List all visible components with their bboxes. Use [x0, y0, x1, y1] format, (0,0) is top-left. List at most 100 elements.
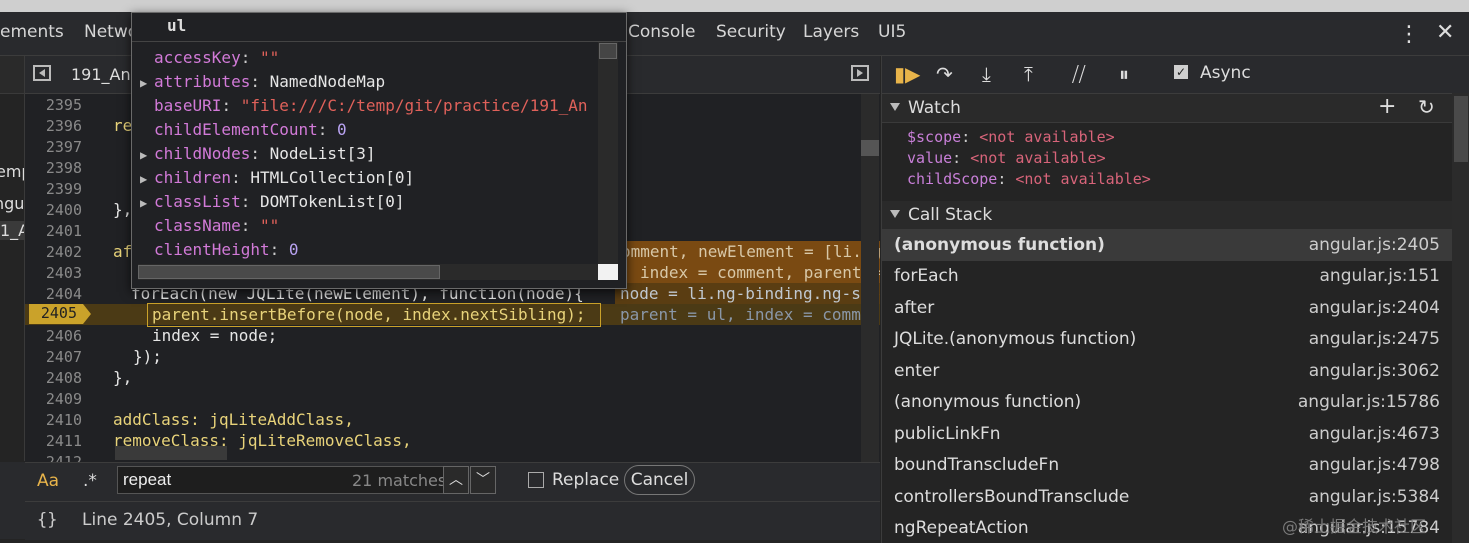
tab-ui5[interactable]: UI5 [878, 22, 906, 42]
navigator-item-selected[interactable]: 1_A [0, 221, 24, 240]
line-number[interactable]: 2410 [25, 411, 82, 429]
tab-layers[interactable]: Layers [803, 22, 859, 42]
property-key: clientHeight [154, 240, 270, 259]
step-out-icon[interactable]: ⤒ [1024, 62, 1033, 86]
callstack-frame[interactable]: JQLite.(anonymous function) angular.js:24… [882, 324, 1452, 355]
expand-arrow-icon[interactable]: ▶ [140, 172, 154, 186]
callstack-frame-selected[interactable]: (anonymous function) angular.js:2405 [882, 230, 1452, 261]
watermark: @稀土掘金技术社区 [1282, 517, 1427, 536]
property-row[interactable]: ▶ childNodes: NodeList[3] [140, 144, 376, 163]
callstack-section-header[interactable]: Call Stack [882, 201, 1452, 230]
file-tab[interactable]: 191_An [71, 65, 131, 84]
toggle-navigator-icon[interactable] [33, 65, 51, 81]
callstack-frame[interactable]: (anonymous function) angular.js:15786 [882, 387, 1452, 418]
inline-value: omment, newElement = [li.ng [621, 242, 880, 261]
property-row[interactable]: childElementCount: 0 [140, 120, 347, 139]
cancel-button[interactable]: Cancel [624, 465, 695, 495]
frame-function: enter [894, 361, 940, 381]
expand-arrow-icon[interactable]: ▶ [140, 196, 154, 210]
line-number[interactable]: 2395 [25, 96, 82, 114]
popover-hscroll-thumb[interactable] [138, 265, 440, 279]
property-row[interactable]: accessKey: "" [140, 48, 279, 67]
resume-icon[interactable]: ▮▶ [894, 62, 920, 86]
editor-hscroll-thumb[interactable] [115, 446, 227, 460]
frame-location: angular.js:4798 [1308, 455, 1440, 475]
line-number[interactable]: 2398 [25, 159, 82, 177]
toggle-debugger-icon[interactable] [851, 65, 869, 81]
watch-item[interactable]: $scope: <not available> [907, 128, 1115, 146]
line-number[interactable]: 2407 [25, 348, 82, 366]
step-over-icon[interactable]: ↷ [936, 62, 953, 86]
deactivate-breakpoints-icon[interactable]: ⧸⧸ [1072, 62, 1086, 86]
refresh-icon[interactable]: ↻ [1418, 95, 1435, 119]
code-line: af [113, 242, 133, 261]
callstack-frame[interactable]: boundTranscludeFn angular.js:4798 [882, 450, 1452, 481]
watch-section-header[interactable]: Watch + ↻ [882, 94, 1452, 123]
match-case-button[interactable]: Aa [37, 471, 59, 491]
property-row[interactable]: clientHeight: 0 [140, 240, 299, 259]
tab-security[interactable]: Security [716, 22, 786, 42]
callstack-frame[interactable]: after angular.js:2404 [882, 293, 1452, 324]
line-number[interactable]: 2396 [25, 117, 82, 135]
breakpoint-marker[interactable]: 2405 [29, 304, 91, 324]
callstack-frame[interactable]: enter angular.js:3062 [882, 356, 1452, 387]
frame-function: after [894, 298, 935, 318]
line-number[interactable]: 2406 [25, 327, 82, 345]
code-line: }); [133, 347, 162, 366]
object-popover[interactable]: ul accessKey: "" ▶ attributes: NamedNodeM… [131, 12, 627, 289]
code-line: }, [113, 368, 133, 387]
watch-item[interactable]: childScope: <not available> [907, 170, 1151, 188]
property-row[interactable]: className: "" [140, 216, 279, 235]
callstack-frame[interactable]: forEach angular.js:151 [882, 261, 1452, 292]
next-match-button[interactable]: ﹀ [470, 466, 496, 494]
replace-checkbox[interactable] [528, 472, 544, 488]
line-number[interactable]: 2408 [25, 369, 82, 387]
line-number[interactable]: 2399 [25, 180, 82, 198]
callstack-frame[interactable]: publicLinkFn angular.js:4673 [882, 419, 1452, 450]
property-row[interactable]: ▶ attributes: NamedNodeMap [140, 72, 385, 91]
property-row[interactable]: baseURI: "file:///C:/temp/git/practice/1… [140, 96, 587, 115]
async-checkbox[interactable]: ✓ [1174, 65, 1188, 79]
close-icon[interactable]: ✕ [1436, 20, 1454, 45]
line-number[interactable]: 2409 [25, 390, 82, 408]
callstack-frame[interactable]: controllersBoundTransclude angular.js:538… [882, 482, 1452, 513]
line-number[interactable]: 2403 [25, 264, 82, 282]
regex-button[interactable]: .* [83, 471, 97, 491]
frame-location: angular.js:3062 [1308, 361, 1440, 381]
more-options-icon[interactable]: ⋮ [1398, 22, 1420, 47]
line-number[interactable]: 2401 [25, 222, 82, 240]
property-row[interactable]: ▶ children: HTMLCollection[0] [140, 168, 414, 187]
popover-vscroll-thumb[interactable] [599, 43, 617, 59]
previous-match-button[interactable]: ︿ [443, 466, 469, 494]
line-number[interactable]: 2402 [25, 243, 82, 261]
line-number[interactable]: 2412 [25, 453, 82, 462]
tab-console[interactable]: Console [628, 22, 696, 42]
add-watch-icon[interactable]: + [1378, 94, 1396, 119]
popover-resize-corner[interactable] [598, 264, 618, 280]
line-number[interactable]: 2411 [25, 432, 82, 450]
expand-arrow-icon[interactable]: ▶ [140, 148, 154, 162]
line-number[interactable]: 2397 [25, 138, 82, 156]
editor-scrollbar-thumb[interactable] [861, 140, 879, 156]
pretty-print-button[interactable]: {} [37, 510, 57, 530]
frame-function: JQLite.(anonymous function) [894, 329, 1137, 349]
line-number[interactable]: 2400 [25, 201, 82, 219]
property-value: "" [259, 48, 280, 67]
navigator-item[interactable]: emp [0, 162, 24, 181]
frame-function: (anonymous function) [894, 235, 1105, 255]
property-key: childNodes [154, 144, 251, 163]
debugger-scrollbar-thumb[interactable] [1454, 96, 1468, 162]
expand-arrow-icon[interactable]: ▶ [140, 76, 154, 90]
navigator-item[interactable]: ngul [0, 194, 24, 213]
replace-label: Replace [552, 470, 620, 490]
watch-title: Watch [908, 98, 961, 118]
step-into-icon[interactable]: ⤓ [982, 62, 991, 86]
pause-on-exceptions-icon[interactable]: ⏸ [1119, 62, 1129, 86]
tab-elements[interactable]: ements [0, 22, 64, 42]
frame-location: angular.js:2404 [1308, 298, 1440, 318]
popover-vscroll[interactable] [598, 42, 618, 264]
line-number[interactable]: 2404 [25, 285, 82, 303]
property-row[interactable]: ▶ classList: DOMTokenList[0] [140, 192, 404, 211]
watch-item[interactable]: value: <not available> [907, 149, 1106, 167]
popover-title: ul [167, 16, 187, 35]
